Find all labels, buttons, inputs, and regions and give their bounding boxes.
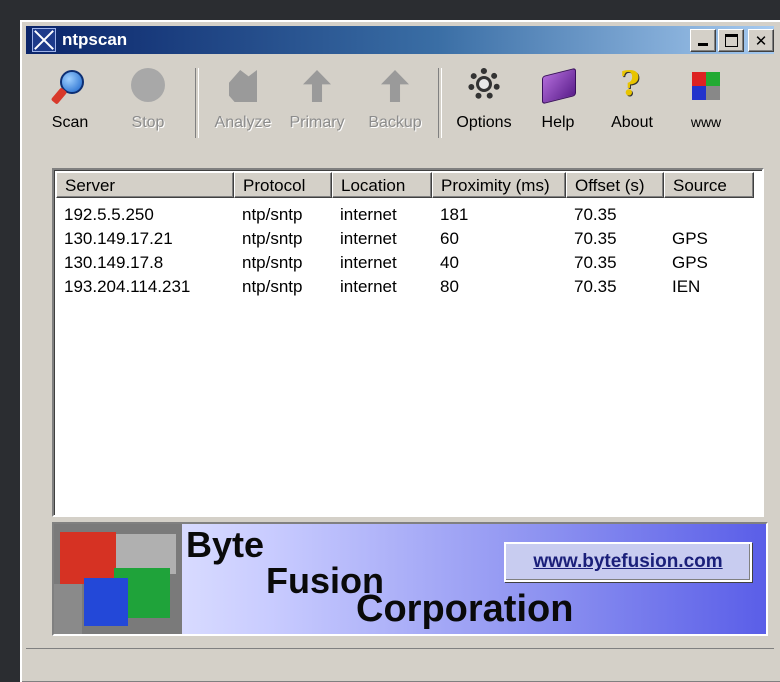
cell-location: internet [340,229,397,248]
primary-label: Primary [289,114,345,131]
cell-proximity: 60 [440,229,459,248]
minimize-button[interactable] [690,29,716,52]
stop-label: Stop [131,114,165,131]
analyze-label: Analyze [214,114,272,131]
app-icon [32,28,56,52]
cell-source: GPS [672,253,708,272]
column-header-proximity[interactable]: Proximity (ms) [432,172,566,198]
toolbar-separator [195,68,199,138]
cell-offset: 70.35 [574,277,617,296]
cell-source [664,204,754,228]
table-row[interactable]: 130.149.17.21 ntp/sntp internet 60 70.35… [56,228,754,252]
banner-word-corporation: Corporation [356,588,574,630]
question-mark-icon: ? [620,64,640,104]
backup-button[interactable]: Backup [362,62,428,156]
close-icon: ✕ [754,31,768,50]
maximize-icon [724,34,738,47]
gear-icon [464,66,504,110]
analyze-button[interactable]: Analyze [208,62,278,156]
bytefusion-banner[interactable]: Byte Fusion Corporation www.bytefusion.c… [52,522,768,636]
backup-arrow-icon [375,66,415,110]
cell-proximity: 80 [440,277,459,296]
cell-location: internet [340,253,397,272]
toolbar-separator [438,68,442,138]
about-button[interactable]: ? About [602,62,662,156]
help-label: Help [541,114,575,131]
cell-offset: 70.35 [574,229,617,248]
cell-proximity: 181 [440,205,469,224]
stop-icon [128,66,168,110]
cell-location: internet [340,277,397,296]
title-bar[interactable]: ntpscan ✕ [26,26,774,54]
cell-source: GPS [672,229,708,248]
cell-location: internet [340,205,397,224]
cell-protocol: ntp/sntp [242,277,303,296]
list-header: Server Protocol Location Proximity (ms) … [56,172,754,200]
cell-protocol: ntp/sntp [242,253,303,272]
maximize-button[interactable] [718,29,744,52]
table-row[interactable]: 193.204.114.231 ntp/sntp internet 80 70.… [56,276,754,300]
cell-server: 192.5.5.250 [64,205,154,224]
cell-proximity: 40 [440,253,459,272]
close-button[interactable]: ✕ [748,29,774,52]
list-rows: 192.5.5.250 ntp/sntp internet 181 70.35 … [56,204,754,300]
column-header-offset[interactable]: Offset (s) [566,172,664,198]
scan-label: Scan [51,114,89,131]
help-button[interactable]: Help [532,62,584,156]
column-header-source[interactable]: Source [664,172,754,198]
website-link[interactable]: www.bytefusion.com [504,542,752,582]
cell-server: 130.149.17.21 [64,229,173,248]
column-header-location[interactable]: Location [332,172,432,198]
analyze-icon [223,66,263,110]
www-button[interactable]: www [678,62,734,156]
banner-word-byte: Byte [186,524,265,565]
cell-protocol: ntp/sntp [242,205,303,224]
primary-arrow-icon [297,66,337,110]
options-label: Options [456,114,512,131]
table-row[interactable]: 130.149.17.8 ntp/sntp internet 40 70.35 … [56,252,754,276]
scan-button[interactable]: Scan [40,62,100,156]
bytefusion-logo [54,524,182,634]
status-bar [26,648,774,669]
www-label: www [690,114,722,130]
cell-protocol: ntp/sntp [242,229,303,248]
stop-button[interactable]: Stop [118,62,178,156]
table-row[interactable]: 192.5.5.250 ntp/sntp internet 181 70.35 [56,204,754,228]
window-title: ntpscan [62,30,128,49]
cell-source: IEN [672,277,701,296]
about-label: About [611,114,653,131]
cell-server: 193.204.114.231 [64,277,191,296]
cell-server: 130.149.17.8 [64,253,164,272]
server-list[interactable]: Server Protocol Location Proximity (ms) … [52,168,764,517]
primary-button[interactable]: Primary [284,62,350,156]
app-window: ntpscan ✕ Scan Stop Analyze Primary Back… [20,20,780,682]
cell-offset: 70.35 [574,253,617,272]
book-icon [538,66,578,110]
options-button[interactable]: Options [450,62,518,156]
toolbar: Scan Stop Analyze Primary Backup Options… [32,62,772,156]
backup-label: Backup [368,114,422,131]
minimize-icon [698,43,708,46]
magnifier-icon [50,66,90,110]
column-header-server[interactable]: Server [56,172,234,198]
web-icon [686,66,726,110]
column-header-protocol[interactable]: Protocol [234,172,332,198]
window-controls: ✕ [690,29,774,52]
cell-offset: 70.35 [574,205,617,224]
